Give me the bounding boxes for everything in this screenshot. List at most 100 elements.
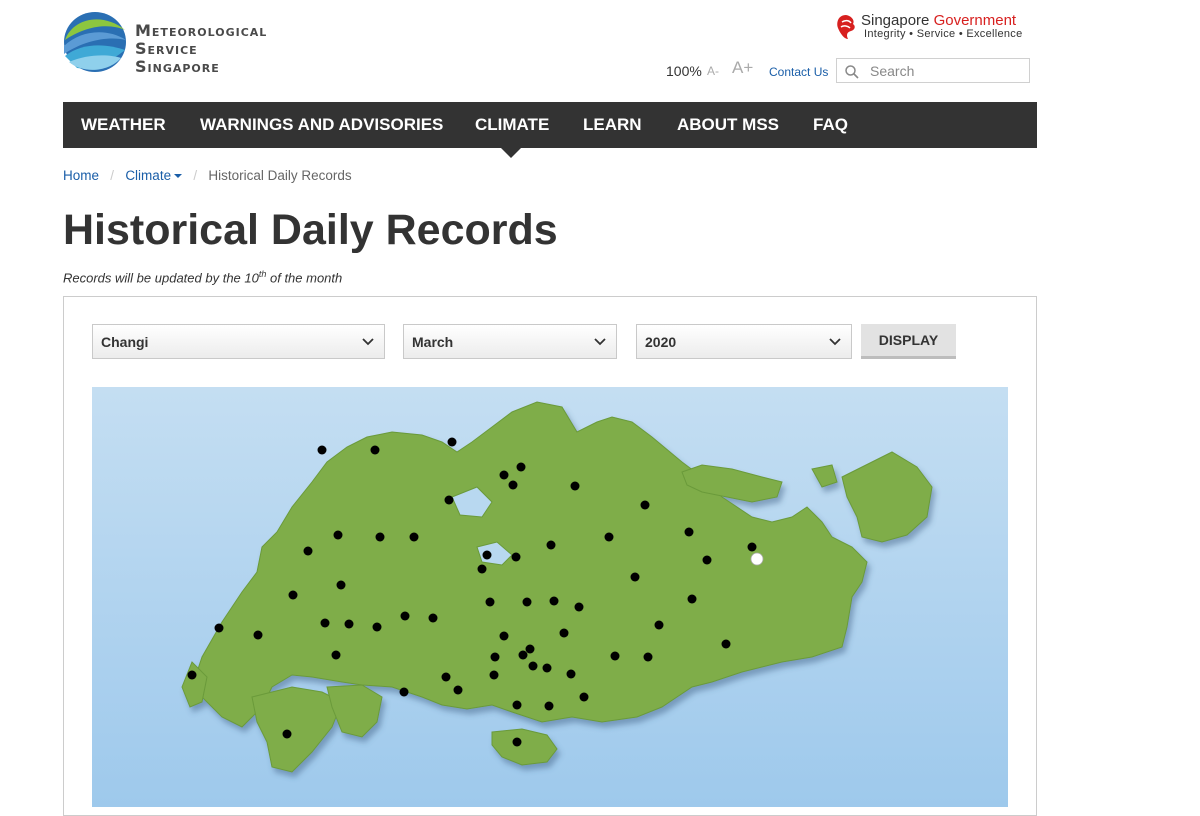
station-marker[interactable] [441,672,451,682]
station-marker[interactable] [320,618,330,628]
station-marker[interactable] [253,630,263,640]
station-marker[interactable] [610,651,620,661]
station-select[interactable]: Changi [92,324,385,359]
station-marker[interactable] [570,481,580,491]
station-marker[interactable] [508,480,518,490]
gov-name-1: Singapore [861,12,930,29]
station-select-value: Changi [101,334,149,350]
breadcrumb-climate[interactable]: Climate [125,168,183,183]
station-marker[interactable] [499,470,509,480]
station-marker[interactable] [522,597,532,607]
station-marker[interactable] [566,669,576,679]
gov-tagline: Integrity • Service • Excellence [864,28,1023,40]
station-marker[interactable] [687,594,697,604]
station-marker[interactable] [559,628,569,638]
logo-line-2: Service [135,39,198,58]
station-marker[interactable] [544,701,554,711]
font-increase-label: A+ [732,58,754,77]
logo-line-3: Singapore [135,57,220,76]
station-marker[interactable] [489,670,499,680]
station-marker[interactable] [654,620,664,630]
station-marker[interactable] [331,650,341,660]
station-marker[interactable] [640,500,650,510]
station-marker[interactable] [499,631,509,641]
logo-text: Meteorological Service Singapore [135,22,267,76]
contact-us-link[interactable]: Contact Us [769,65,828,79]
station-marker[interactable] [574,602,584,612]
search-input[interactable] [870,62,1020,80]
station-marker[interactable] [444,495,454,505]
station-marker[interactable] [643,652,653,662]
station-marker[interactable] [399,687,409,697]
month-select-value: March [412,334,454,350]
station-marker[interactable] [333,530,343,540]
nav-weather[interactable]: WEATHER [81,102,166,148]
nav-climate[interactable]: CLIMATE [475,102,549,148]
station-marker[interactable] [400,611,410,621]
station-marker[interactable] [721,639,731,649]
breadcrumb-separator: / [185,168,205,183]
nav-warnings-and-advisories[interactable]: WARNINGS AND ADVISORIES [200,102,443,148]
month-select[interactable]: March [403,324,617,359]
selected-station-marker[interactable] [750,552,764,566]
station-marker[interactable] [516,462,526,472]
station-marker[interactable] [684,527,694,537]
station-marker[interactable] [512,700,522,710]
nav-faq[interactable]: FAQ [813,102,848,148]
station-marker[interactable] [187,670,197,680]
search-icon[interactable] [845,65,859,79]
station-marker[interactable] [702,555,712,565]
station-marker[interactable] [747,542,757,552]
main-nav: WEATHER WARNINGS AND ADVISORIES CLIMATE … [63,102,1037,148]
update-note-suffix: of the month [266,270,343,286]
nav-learn[interactable]: LEARN [583,102,642,148]
lion-head-icon [837,15,855,39]
update-note-prefix: Records will be updated by the 10 [63,270,259,286]
station-marker[interactable] [525,644,535,654]
station-marker[interactable] [542,663,552,673]
font-decrease-button[interactable]: A- [707,64,719,78]
station-marker[interactable] [288,590,298,600]
chevron-down-icon [829,338,841,346]
breadcrumb-climate-label: Climate [125,168,172,183]
display-button[interactable]: DISPLAY [861,324,956,359]
station-marker[interactable] [375,532,385,542]
station-marker[interactable] [604,532,614,542]
station-marker[interactable] [546,540,556,550]
station-marker[interactable] [579,692,589,702]
station-marker[interactable] [512,737,522,747]
station-marker[interactable] [428,613,438,623]
station-marker[interactable] [453,685,463,695]
station-marker[interactable] [630,572,640,582]
font-increase-button[interactable]: A+ [732,58,753,78]
breadcrumb-home[interactable]: Home [63,168,99,183]
station-marker[interactable] [511,552,521,562]
gov-name[interactable]: Singapore Government [861,12,1016,29]
station-marker[interactable] [490,652,500,662]
station-marker[interactable] [370,445,380,455]
station-marker[interactable] [214,623,224,633]
nav-about-mss[interactable]: ABOUT MSS [677,102,779,148]
station-marker[interactable] [528,661,538,671]
station-marker[interactable] [303,546,313,556]
station-marker[interactable] [485,597,495,607]
year-select[interactable]: 2020 [636,324,852,359]
station-marker[interactable] [477,564,487,574]
station-marker[interactable] [317,445,327,455]
singapore-station-map[interactable] [92,387,1008,807]
gov-name-2: Government [933,12,1017,29]
breadcrumb: Home / Climate / Historical Daily Record… [63,168,352,183]
station-marker[interactable] [336,580,346,590]
station-marker[interactable] [372,622,382,632]
station-marker[interactable] [549,596,559,606]
station-marker[interactable] [344,619,354,629]
logo-line-1: Meteorological [135,21,268,40]
caret-down-icon [174,174,183,179]
chevron-down-icon [362,338,374,346]
station-marker[interactable] [282,729,292,739]
update-note: Records will be updated by the 10th of t… [63,269,342,285]
station-marker[interactable] [409,532,419,542]
station-marker[interactable] [447,437,457,447]
station-marker[interactable] [482,550,492,560]
station-marker[interactable] [518,650,528,660]
